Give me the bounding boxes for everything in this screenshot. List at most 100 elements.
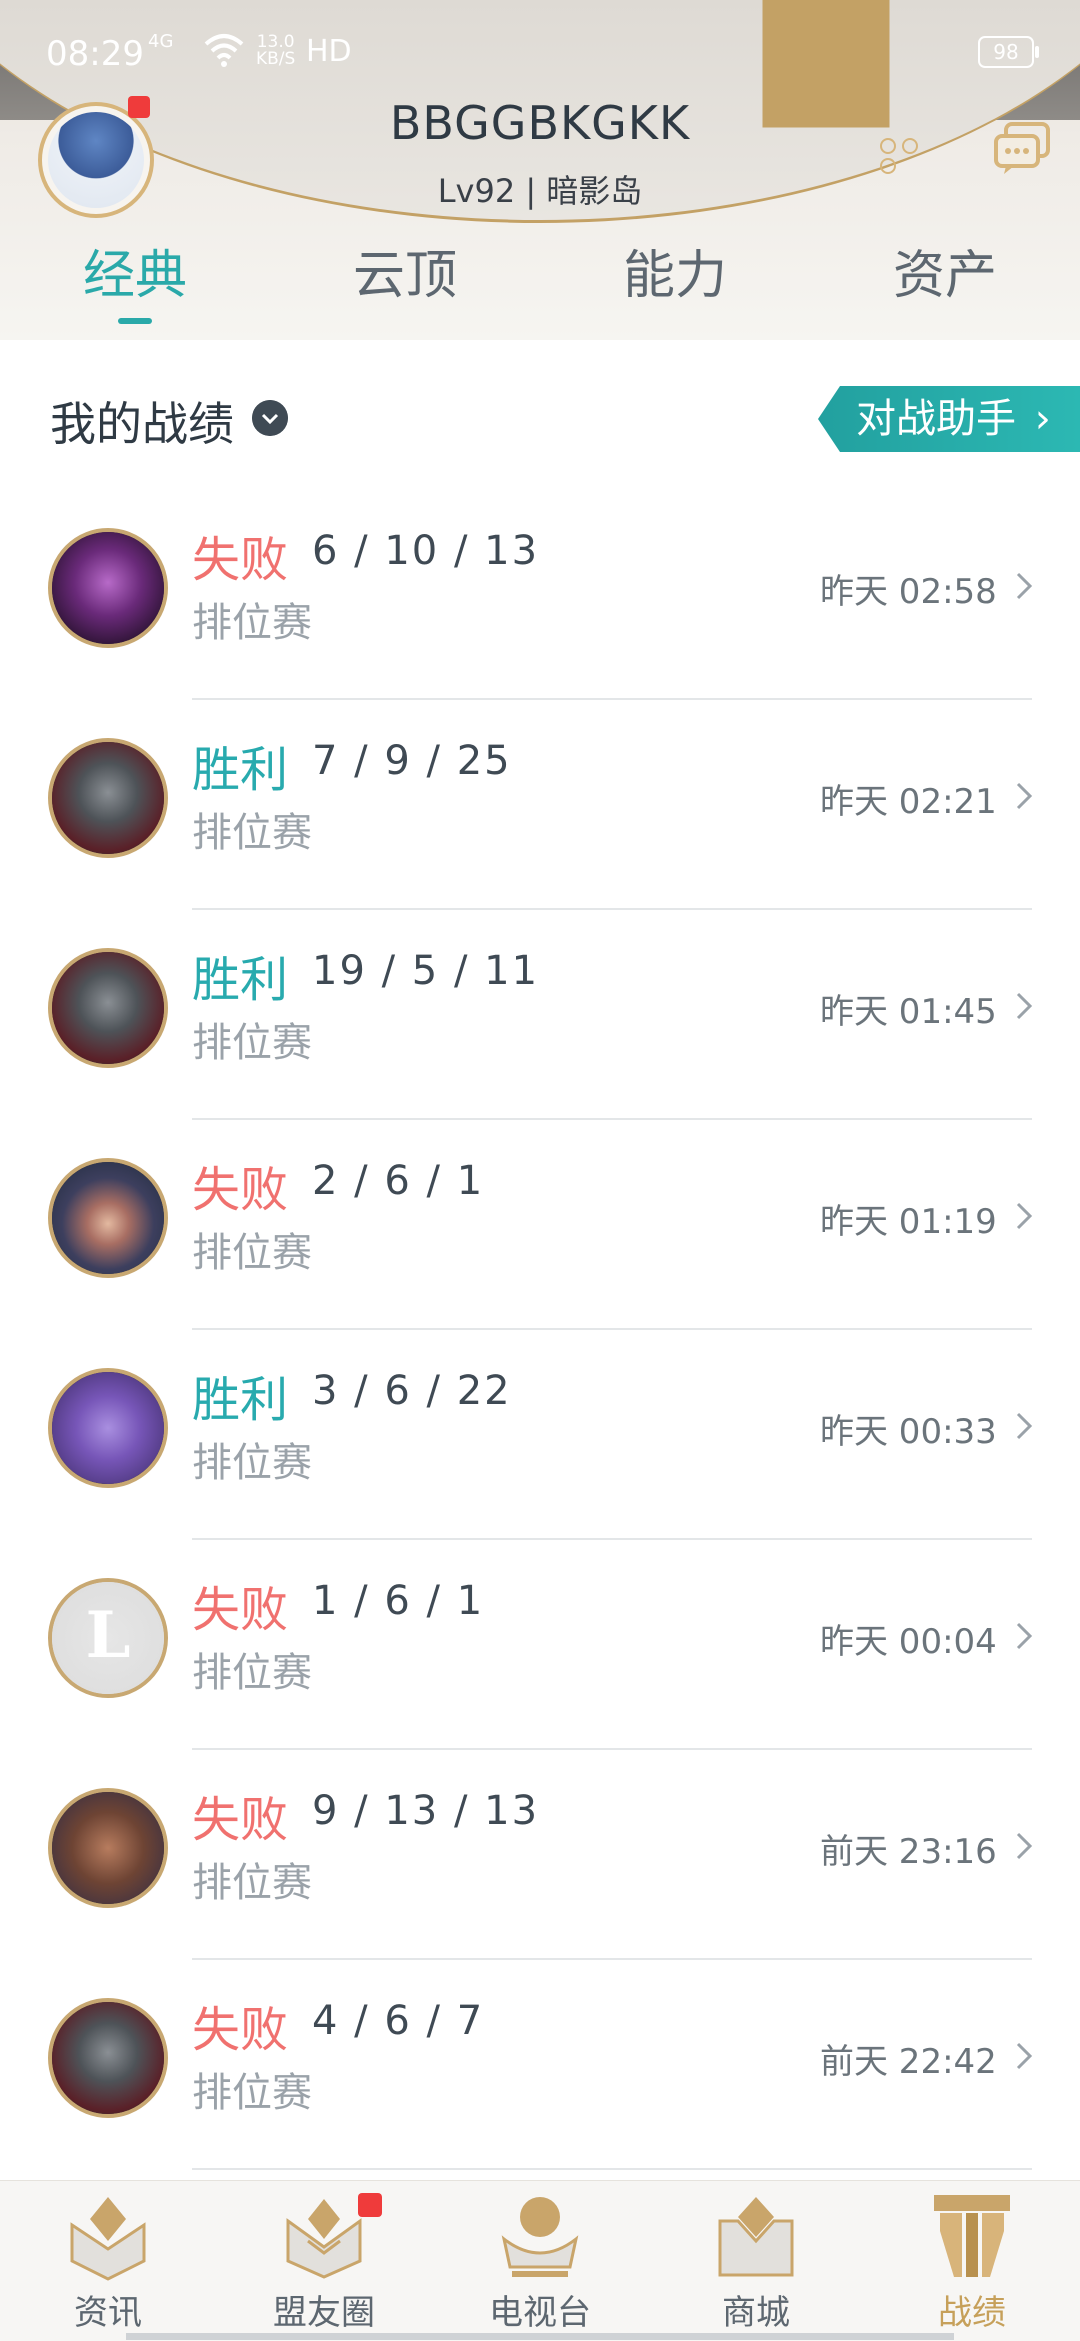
- match-result: 胜利: [192, 742, 289, 798]
- champion-placeholder-icon: L: [48, 1578, 168, 1698]
- chevron-right-icon: [1016, 1832, 1033, 1860]
- active-tab-indicator: [118, 318, 152, 324]
- tab-ability[interactable]: 能力: [540, 236, 810, 336]
- chevron-right-icon: [1016, 992, 1033, 1020]
- match-result: 失败: [192, 1162, 289, 1218]
- chevron-right-icon: ›: [1034, 396, 1051, 442]
- chevron-right-icon: [1016, 1202, 1033, 1230]
- match-result: 胜利: [192, 1372, 289, 1428]
- champion-masked-icon: [48, 948, 168, 1068]
- match-result: 失败: [192, 1582, 289, 1638]
- champion-portrait: [52, 532, 164, 644]
- match-row[interactable]: 失败 9 / 13 / 13 排位赛 前天 23:16: [0, 1750, 1080, 1960]
- champion-lucian-icon: [48, 1788, 168, 1908]
- shop-icon: [718, 2197, 794, 2277]
- nav-shop[interactable]: 商城: [648, 2181, 864, 2341]
- match-result: 胜利: [192, 952, 289, 1008]
- match-kda: 2 / 6 / 1: [312, 1158, 485, 1204]
- more-icon[interactable]: [880, 138, 936, 174]
- champion-portrait: [52, 1162, 164, 1274]
- chevron-down-icon[interactable]: [252, 400, 288, 436]
- speed-unit: KB/S: [256, 49, 296, 69]
- champion-portrait: [52, 1372, 164, 1484]
- row-divider: [192, 2168, 1032, 2170]
- tv-icon: [501, 2197, 579, 2277]
- match-kda: 1 / 6 / 1: [312, 1578, 485, 1624]
- match-kda: 3 / 6 / 22: [312, 1368, 512, 1414]
- battle-assistant-label: 对战助手: [856, 396, 1016, 442]
- champion-portrait: [52, 742, 164, 854]
- hd-indicator: HD: [306, 34, 352, 69]
- match-time: 昨天 00:04: [820, 1622, 997, 1662]
- nav-record[interactable]: 战绩: [864, 2181, 1080, 2341]
- nav-friends-badge: [358, 2193, 382, 2217]
- battery-icon: 98: [978, 36, 1039, 68]
- match-kda: 4 / 6 / 7: [312, 1998, 485, 2044]
- nav-news[interactable]: 资讯: [0, 2181, 216, 2341]
- match-result: 失败: [192, 1792, 289, 1848]
- match-kda: 9 / 13 / 13: [312, 1788, 540, 1834]
- match-time: 前天 22:42: [820, 2042, 997, 2082]
- match-time: 昨天 01:19: [820, 1202, 997, 1242]
- friends-circle-icon: [286, 2199, 362, 2279]
- tab-tft[interactable]: 云顶: [270, 236, 540, 336]
- nav-news-label: 资讯: [74, 2293, 142, 2333]
- match-row[interactable]: L 失败 1 / 6 / 1 排位赛 昨天 00:04: [0, 1540, 1080, 1750]
- network-speed: 13.0 KB/S: [256, 34, 295, 68]
- match-result: 失败: [192, 532, 289, 588]
- nav-tv[interactable]: 电视台: [432, 2181, 648, 2341]
- signal-label: 4G: [148, 31, 174, 52]
- chevron-right-icon: [1016, 1412, 1033, 1440]
- champion-morgana-icon: [48, 528, 168, 648]
- champion-purple-icon: [48, 1368, 168, 1488]
- match-mode: 排位赛: [192, 810, 312, 856]
- nav-friends-circle[interactable]: 盟友圈: [216, 2181, 432, 2341]
- nav-shop-label: 商城: [722, 2293, 790, 2333]
- tab-assets[interactable]: 资产: [810, 236, 1080, 336]
- champion-masked-icon: [48, 738, 168, 858]
- match-time: 昨天 00:33: [820, 1412, 997, 1452]
- battle-assistant-button[interactable]: 对战助手 ›: [818, 386, 1080, 452]
- nav-record-label: 战绩: [938, 2293, 1006, 2333]
- match-result: 失败: [192, 2002, 289, 2058]
- champion-portrait: [52, 952, 164, 1064]
- match-mode: 排位赛: [192, 1860, 312, 1906]
- match-row[interactable]: 胜利 19 / 5 / 11 排位赛 昨天 01:45: [0, 910, 1080, 1120]
- champion-masked-icon: [48, 1998, 168, 2118]
- home-indicator: [126, 2333, 954, 2340]
- chevron-right-icon: [1016, 572, 1033, 600]
- tab-bar: 经典 云顶 能力 资产: [0, 236, 1080, 336]
- champion-caitlyn-icon: [48, 1158, 168, 1278]
- bottom-nav: 资讯 盟友圈 电视台 商城 战绩: [0, 2180, 1080, 2341]
- match-row[interactable]: 胜利 3 / 6 / 22 排位赛 昨天 00:33: [0, 1330, 1080, 1540]
- chevron-right-icon: [1016, 2042, 1033, 2070]
- news-icon: [70, 2197, 146, 2281]
- match-mode: 排位赛: [192, 600, 312, 646]
- match-row[interactable]: 失败 6 / 10 / 13 排位赛 昨天 02:58: [0, 490, 1080, 700]
- level-region: Lv92 | 暗影岛: [437, 172, 643, 210]
- match-row[interactable]: 失败 4 / 6 / 7 排位赛 前天 22:42: [0, 1960, 1080, 2170]
- match-row[interactable]: 失败 2 / 6 / 1 排位赛 昨天 01:19: [0, 1120, 1080, 1330]
- chevron-right-icon: [1016, 782, 1033, 810]
- match-time: 昨天 02:21: [820, 782, 997, 822]
- nav-tv-label: 电视台: [489, 2293, 591, 2333]
- nav-friends-label: 盟友圈: [273, 2293, 375, 2333]
- match-time: 昨天 02:58: [820, 572, 997, 612]
- status-time: 08:29: [46, 34, 144, 74]
- match-kda: 6 / 10 / 13: [312, 528, 540, 574]
- champion-portrait: [52, 1792, 164, 1904]
- match-row[interactable]: 胜利 7 / 9 / 25 排位赛 昨天 02:21: [0, 700, 1080, 910]
- match-time: 前天 23:16: [820, 1832, 997, 1872]
- status-bar: 08:29 4G 13.0 KB/S HD 98: [0, 0, 1080, 96]
- record-icon: [934, 2195, 1010, 2277]
- match-kda: 19 / 5 / 11: [312, 948, 540, 994]
- match-mode: 排位赛: [192, 1020, 312, 1066]
- match-time: 昨天 01:45: [820, 992, 997, 1032]
- chat-icon[interactable]: [992, 120, 1052, 176]
- wifi-icon: [204, 34, 244, 67]
- match-kda: 7 / 9 / 25: [312, 738, 512, 784]
- placeholder-letter: L: [85, 1598, 131, 1673]
- match-mode: 排位赛: [192, 1440, 312, 1486]
- match-mode: 排位赛: [192, 2070, 312, 2116]
- section-title[interactable]: 我的战绩: [50, 388, 234, 454]
